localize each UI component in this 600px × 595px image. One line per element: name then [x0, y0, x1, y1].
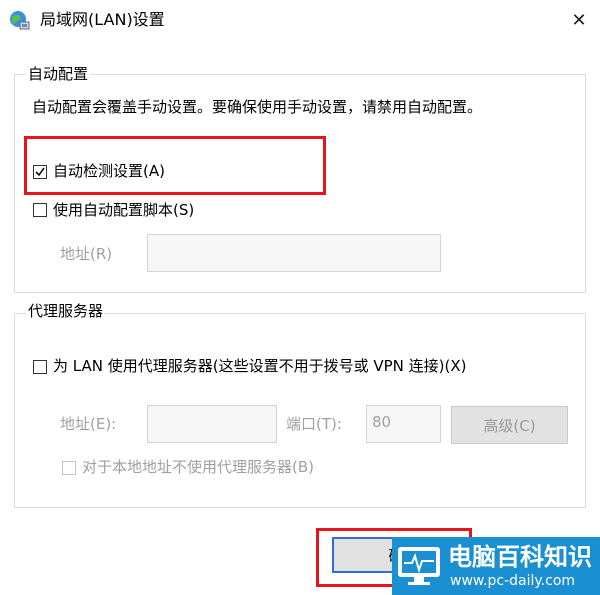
close-button[interactable]: ✕ [560, 2, 598, 38]
monitor-logo-icon [396, 543, 442, 589]
window-title: 局域网(LAN)设置 [40, 10, 165, 29]
watermark-text: 电脑百科知识 [448, 543, 592, 571]
auto-config-description: 自动配置会覆盖手动设置。要确保使用手动设置，请禁用自动配置。 [32, 98, 483, 116]
auto-detect-label[interactable]: 自动检测设置(A) [53, 160, 165, 182]
script-address-label: 地址(R) [60, 245, 113, 263]
bypass-local-checkbox[interactable] [62, 461, 76, 475]
watermark-url: www.pc-daily.com [450, 573, 576, 589]
close-icon: ✕ [571, 9, 587, 31]
watermark: 电脑百科知识 www.pc-daily.com [392, 537, 600, 595]
advanced-button[interactable]: 高级(C) [451, 406, 568, 444]
advanced-button-label: 高级(C) [483, 416, 536, 435]
bypass-local-label[interactable]: 对于本地地址不使用代理服务器(B) [82, 456, 314, 478]
use-script-label[interactable]: 使用自动配置脚本(S) [53, 199, 194, 221]
use-script-checkbox[interactable] [33, 203, 47, 217]
checkmark-icon [35, 167, 45, 177]
proxy-address-input[interactable] [147, 405, 277, 443]
auto-config-legend: 自动配置 [26, 64, 91, 84]
auto-detect-checkbox[interactable] [33, 165, 47, 179]
title-bar: 局域网(LAN)设置 ✕ [0, 0, 600, 40]
script-address-input[interactable] [147, 234, 441, 272]
use-proxy-checkbox[interactable] [33, 360, 47, 374]
use-proxy-label[interactable]: 为 LAN 使用代理服务器(这些设置不用于拨号或 VPN 连接)(X) [53, 355, 466, 377]
proxy-address-label: 地址(E): [60, 415, 117, 433]
proxy-port-input[interactable]: 80 [366, 405, 441, 443]
proxy-legend: 代理服务器 [26, 301, 106, 321]
network-globe-icon [8, 9, 30, 31]
proxy-port-label: 端口(T): [286, 415, 342, 433]
proxy-port-value: 80 [372, 413, 392, 431]
